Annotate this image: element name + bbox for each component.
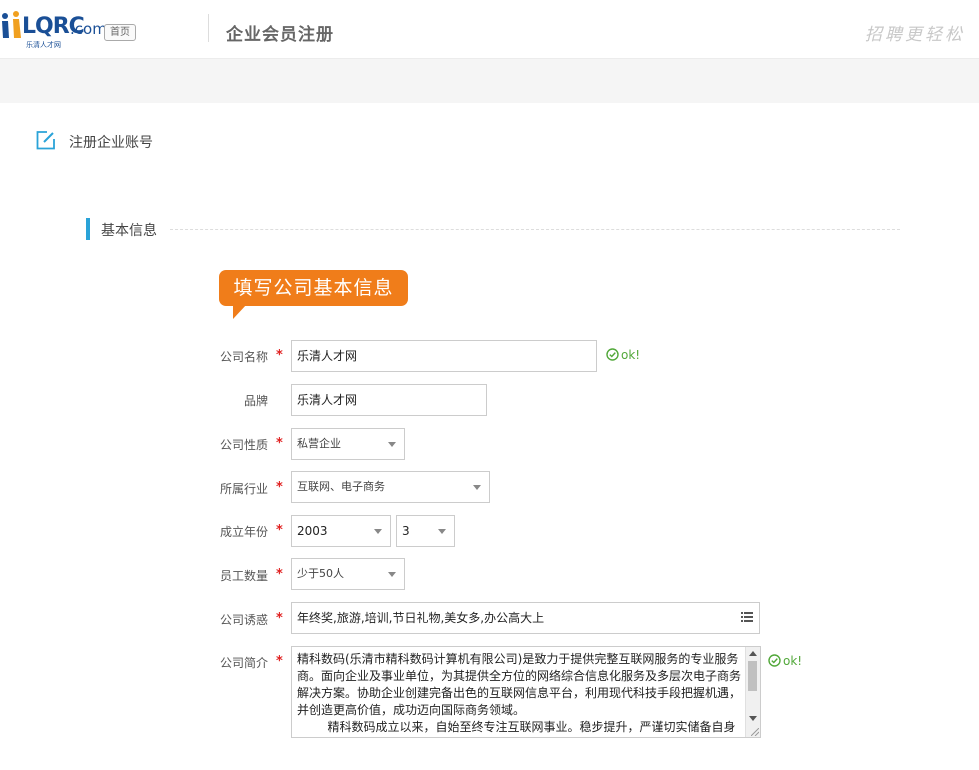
logo-com: .com: [70, 20, 107, 38]
required-mark: *: [276, 523, 283, 538]
employees-label: 员工数量: [219, 569, 268, 583]
edit-icon: [36, 131, 55, 150]
intro-textarea[interactable]: 精科数码(乐清市精科数码计算机有限公司)是致力于提供完整互联网服务的专业服务商。…: [291, 646, 761, 738]
nature-label: 公司性质: [219, 438, 268, 452]
scroll-up-icon[interactable]: [749, 651, 757, 656]
intro-text: 精科数码(乐清市精科数码计算机有限公司)是致力于提供完整互联网服务的专业服务商。…: [297, 652, 742, 734]
brand-label: 品牌: [243, 394, 268, 408]
required-mark: *: [276, 567, 283, 582]
required-mark: *: [276, 654, 283, 669]
nature-select-value: 私营企业: [297, 437, 341, 450]
section-basic-info: 基本信息: [86, 218, 900, 240]
page-title: 企业会员注册: [226, 25, 334, 45]
people-logo-icon: [2, 11, 21, 38]
chevron-down-icon: [438, 529, 446, 534]
industry-label: 所属行业: [219, 482, 268, 496]
industry-select-value: 互联网、电子商务: [297, 480, 385, 493]
attraction-label: 公司诱惑: [219, 613, 268, 627]
chevron-down-icon: [473, 485, 481, 490]
required-mark: *: [276, 436, 283, 451]
founded-month-value: 3: [402, 524, 410, 538]
scroll-down-icon[interactable]: [749, 716, 757, 721]
chevron-down-icon: [374, 529, 382, 534]
section-accent-bar: [86, 218, 90, 240]
chevron-down-icon: [388, 442, 396, 447]
intro-ok-text: ok!: [783, 654, 803, 668]
nature-select[interactable]: 私营企业: [291, 428, 405, 460]
founded-label: 成立年份: [219, 525, 268, 539]
required-mark: *: [276, 480, 283, 495]
intro-label: 公司简介: [219, 656, 268, 670]
required-mark: *: [276, 611, 283, 626]
attraction-value: 年终奖,旅游,培训,节日礼物,美女多,办公高大上: [297, 611, 545, 625]
section-title: 基本信息: [101, 223, 157, 239]
required-mark: *: [276, 348, 283, 363]
info-bubble: 填写公司基本信息: [219, 270, 408, 306]
company-name-ok-text: ok!: [621, 348, 641, 362]
attraction-input[interactable]: 年终奖,旅游,培训,节日礼物,美女多,办公高大上: [291, 602, 760, 634]
header-divider: [208, 14, 209, 42]
gray-band: [0, 59, 979, 103]
brand-input[interactable]: 乐清人才网: [291, 384, 487, 416]
employees-select-value: 少于50人: [297, 567, 344, 580]
check-circle-icon: [768, 654, 781, 667]
chevron-down-icon: [388, 572, 396, 577]
company-name-input[interactable]: 乐清人才网: [291, 340, 597, 372]
header: LQRC .com 乐清人才网 首页 企业会员注册 招聘更轻松: [0, 0, 979, 59]
founded-month-select[interactable]: 3: [396, 515, 455, 547]
intro-status: ok!: [768, 654, 802, 668]
home-link[interactable]: 首页: [104, 24, 136, 41]
company-name-label: 公司名称: [219, 350, 268, 364]
check-circle-icon: [606, 348, 619, 361]
scroll-thumb[interactable]: [748, 661, 757, 691]
industry-select[interactable]: 互联网、电子商务: [291, 471, 490, 503]
employees-select[interactable]: 少于50人: [291, 558, 405, 590]
founded-year-value: 2003: [297, 524, 328, 538]
section-divider: [170, 229, 900, 230]
resize-handle-icon[interactable]: [751, 728, 759, 736]
slogan: 招聘更轻松: [865, 25, 965, 45]
list-icon[interactable]: [741, 612, 753, 622]
logo-subtitle: 乐清人才网: [26, 41, 61, 49]
founded-year-select[interactable]: 2003: [291, 515, 391, 547]
intro-scrollbar[interactable]: [745, 647, 760, 737]
bubble-tail: [233, 304, 247, 319]
company-name-status: ok!: [606, 348, 640, 362]
site-logo[interactable]: LQRC .com 乐清人才网: [0, 8, 107, 49]
register-heading-text: 注册企业账号: [69, 135, 153, 151]
